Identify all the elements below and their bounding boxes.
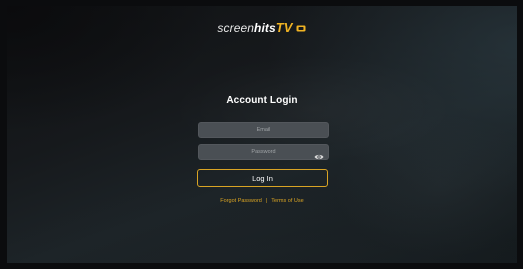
footer-links: Forgot Password | Terms of Use [7,198,517,204]
logo-screen-text: screen [217,21,255,35]
email-field[interactable] [198,122,329,138]
link-separator: | [265,198,268,204]
login-panel: Account Login Log In Forgot Password|Ter… [7,94,517,204]
tv-screen: screenhitsTV Account Login Log In [7,6,517,263]
logo-tv-text: TV [275,20,293,35]
password-field[interactable] [198,144,329,160]
logo-hits-text: hits [254,21,276,35]
eye-icon[interactable] [314,148,324,160]
password-input[interactable] [198,144,329,160]
page-title: Account Login [226,95,298,106]
forgot-password-link[interactable]: Forgot Password [220,198,262,204]
tv-logo-icon [296,21,307,32]
terms-of-use-link[interactable]: Terms of Use [271,198,303,204]
screenhits-tv-logo: screenhitsTV [7,20,517,35]
log-in-button[interactable]: Log In [197,169,328,187]
email-input[interactable] [198,122,329,138]
